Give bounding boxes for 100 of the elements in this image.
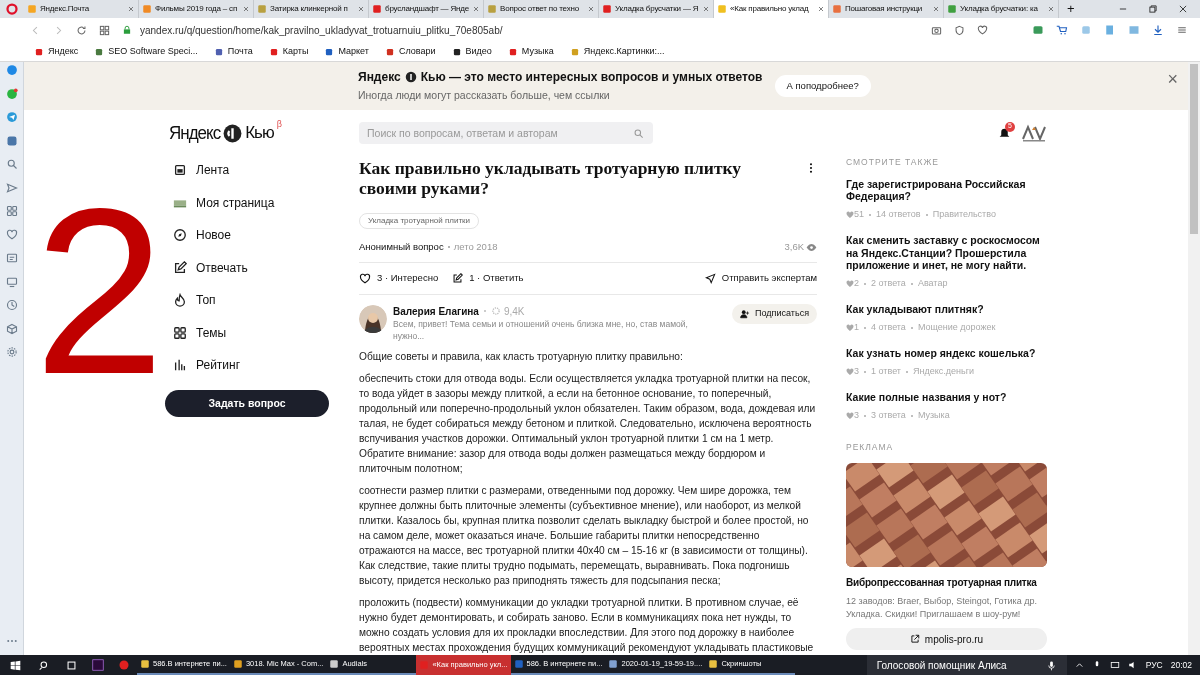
bookmark[interactable]: Карты: [268, 44, 309, 59]
bookmark[interactable]: Музыка: [507, 44, 554, 59]
send-icon[interactable]: [5, 181, 18, 194]
heart-icon[interactable]: [5, 228, 18, 241]
answer-paragraph: Общие советы и правила, как класть тротуарную плитку правильно:: [359, 350, 684, 364]
lock-icon: [122, 25, 132, 35]
like-count: 3: [854, 408, 859, 422]
heart-icon: [359, 272, 371, 285]
extension-icon[interactable]: [1104, 24, 1116, 36]
grid-icon[interactable]: [5, 205, 18, 217]
interesting-button[interactable]: 3 · Интересно: [359, 271, 439, 286]
edit-icon: [173, 260, 187, 275]
nav-item[interactable]: Топ: [173, 290, 331, 310]
subscribe-button[interactable]: Подписаться: [732, 304, 817, 324]
bookmark[interactable]: SEO Software Speci...: [94, 44, 198, 59]
question-title: Как правильно укладывать тротуарную плитку своими руками?: [359, 158, 743, 198]
more-info-button[interactable]: А поподробнее?: [774, 75, 871, 97]
ad-title[interactable]: Вибропрессованная тротуарная плитка: [846, 575, 1047, 590]
nav-item[interactable]: Лента: [173, 160, 331, 180]
nav-item[interactable]: Темы: [173, 322, 331, 343]
language-indicator[interactable]: РУС: [1145, 658, 1163, 672]
heart-icon: [846, 411, 854, 420]
bell-icon[interactable]: [998, 126, 1011, 140]
reload-icon[interactable]: [76, 24, 87, 36]
app-icon: [419, 660, 430, 670]
shield-icon[interactable]: [954, 24, 965, 36]
cube-icon[interactable]: [5, 322, 18, 335]
app-icon: [232, 659, 243, 669]
opera-logo-icon: [6, 3, 18, 15]
search-field[interactable]: Поиск по вопросам, ответам и авторам: [359, 122, 653, 144]
close-button[interactable]: ×: [1167, 70, 1178, 88]
bookmark[interactable]: Яндекс: [34, 44, 79, 59]
nav-item[interactable]: Рейтинг: [173, 355, 331, 375]
network-icon[interactable]: [1109, 660, 1120, 670]
clock[interactable]: 20:02: [1170, 658, 1192, 672]
related-question-link[interactable]: Как узнать номер яндекс кошелька?: [846, 347, 1047, 360]
restore-icon[interactable]: [1148, 4, 1158, 14]
speed-dial-icon[interactable]: [99, 24, 110, 36]
related-question-link[interactable]: Какие полные названия у нот?: [846, 391, 1047, 404]
logo-text: Яндекс: [169, 121, 221, 146]
answer-count: 14 ответов: [876, 207, 921, 221]
related-question-link[interactable]: Как сменить заставку с роскосмосом на Яндекс.Станции? Прошерстила приложение и инет, не могу найти.: [846, 234, 1047, 272]
compass-icon: [173, 228, 187, 242]
tab-favicon: [832, 4, 842, 14]
app-icon[interactable]: [92, 659, 104, 671]
search-icon[interactable]: [39, 659, 50, 671]
scrollbar[interactable]: [1188, 62, 1200, 655]
bookmark[interactable]: Видео: [451, 44, 492, 59]
beta-label: β: [276, 118, 282, 131]
windows-icon[interactable]: [10, 659, 21, 671]
send-to-experts-button[interactable]: Отправить экспертам: [704, 271, 817, 286]
nav-item[interactable]: Моя страница: [173, 192, 331, 213]
vk-icon[interactable]: [5, 134, 18, 147]
browser-icon[interactable]: [118, 659, 130, 671]
ad-link-button[interactable]: mpolis-pro.ru: [846, 628, 1047, 650]
q-logo-icon: [223, 123, 243, 143]
new-tab-button[interactable]: +: [1059, 0, 1083, 18]
nav-item[interactable]: Отвечать: [173, 257, 331, 278]
address-field[interactable]: yandex.ru/q/question/home/kak_pravilno_ukladyvat_trotuarnuiu_plitku_70e805ab/: [122, 22, 919, 38]
camera-icon[interactable]: [931, 24, 942, 36]
ask-question-button[interactable]: Задать вопрос: [165, 390, 329, 417]
answer-button[interactable]: 1 · Ответить: [452, 271, 524, 286]
extension-icon[interactable]: [1032, 24, 1044, 36]
author-name[interactable]: Валерия Елагина: [393, 303, 479, 319]
banner-title: Кью — это место интересных вопросов и умных ответов: [420, 69, 763, 87]
messenger-icon[interactable]: [5, 64, 18, 76]
topic-label: Музыка: [917, 408, 950, 422]
close-icon[interactable]: [1178, 4, 1188, 14]
menu-icon[interactable]: [1176, 24, 1188, 36]
nav-item[interactable]: Новое: [173, 225, 331, 245]
banner-subtitle: Иногда люди могут рассказать больше, чем ссылки: [358, 88, 611, 104]
q-logo-icon: [404, 71, 417, 84]
clock-icon[interactable]: [5, 299, 18, 311]
topic-label: Правительство: [932, 207, 996, 221]
download-icon[interactable]: [1152, 24, 1164, 36]
answer-count: 2 ответа: [871, 276, 906, 290]
answer-paragraph: проложить (подвести) коммуникации до укладки тротуарной плитки. В противном случае, её нужно будет демонтировать, и собирать заново. Если в коммуникациях пока нет нужды, то можно создать условия для их прокладки впоследствии. Для этого под дорожку в наиболее вероятных местах прохождения будущих коммуникаций рекомендуют укладывать пластиковые: [359, 596, 815, 655]
browser-tab[interactable]: «Как правильно уклад: [714, 0, 829, 18]
assistant-field[interactable]: Голосовой помощник Алиса: [866, 655, 1067, 675]
banner-title: Яндекс: [358, 69, 401, 87]
bookmark-favicon: [569, 46, 580, 57]
related-question-link[interactable]: Как укладывают плитняк?: [846, 303, 1047, 316]
chevron-up-icon[interactable]: [1074, 660, 1084, 670]
close-icon[interactable]: [817, 5, 825, 13]
news-icon[interactable]: [5, 252, 18, 264]
task-view-icon[interactable]: [66, 659, 77, 671]
screen-icon[interactable]: [5, 275, 18, 288]
related-question-link[interactable]: Где зарегистрирована Российская Федерация?: [846, 177, 1047, 203]
bookmark[interactable]: Яндекс.Картинки:...: [569, 44, 665, 59]
bookmark[interactable]: Маркет: [324, 44, 369, 59]
extension-icon[interactable]: [1128, 24, 1140, 36]
settings-icon[interactable]: [5, 346, 18, 358]
bookmark[interactable]: Словари: [384, 44, 436, 59]
tab-favicon: [487, 4, 497, 14]
whatsapp-icon[interactable]: [5, 87, 18, 100]
heart-icon[interactable]: [977, 24, 988, 36]
telegram-icon[interactable]: [5, 111, 18, 123]
bookmark[interactable]: Почта: [213, 44, 253, 59]
microphone-icon: [1045, 659, 1057, 671]
cart-icon[interactable]: [1056, 24, 1068, 36]
